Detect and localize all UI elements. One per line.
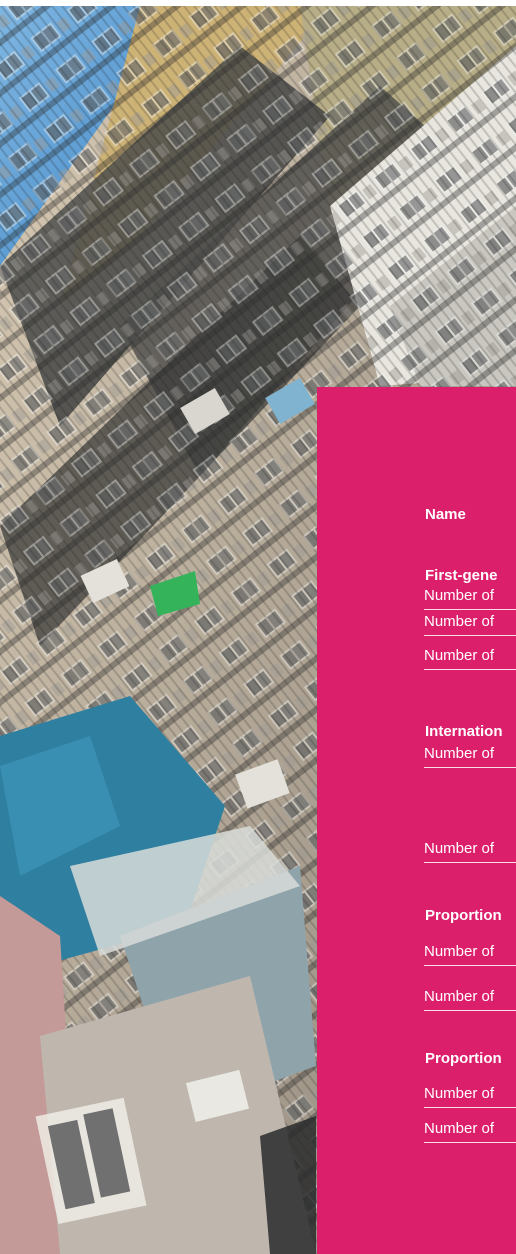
table-row: Number of: [424, 647, 516, 670]
page: Name First-gene Number of Number of Numb…: [0, 0, 516, 1254]
section-title-proportion-2: Proportion: [425, 1050, 502, 1067]
section-title-proportion-1: Proportion: [425, 907, 502, 924]
table-row: Number of: [424, 613, 516, 636]
table-row: Number of: [424, 587, 516, 610]
table-row: Number of: [424, 840, 516, 863]
table-row: Number of: [424, 1085, 516, 1108]
table-row: Number of: [424, 1120, 516, 1143]
table-row: Number of: [424, 943, 516, 966]
data-table-panel: Name First-gene Number of Number of Numb…: [317, 387, 516, 1254]
section-title-first-generation: First-gene: [425, 567, 498, 584]
name-column-header: Name: [425, 506, 466, 523]
section-title-international: Internation: [425, 723, 503, 740]
table-row: Number of: [424, 745, 516, 768]
table-row: Number of: [424, 988, 516, 1011]
